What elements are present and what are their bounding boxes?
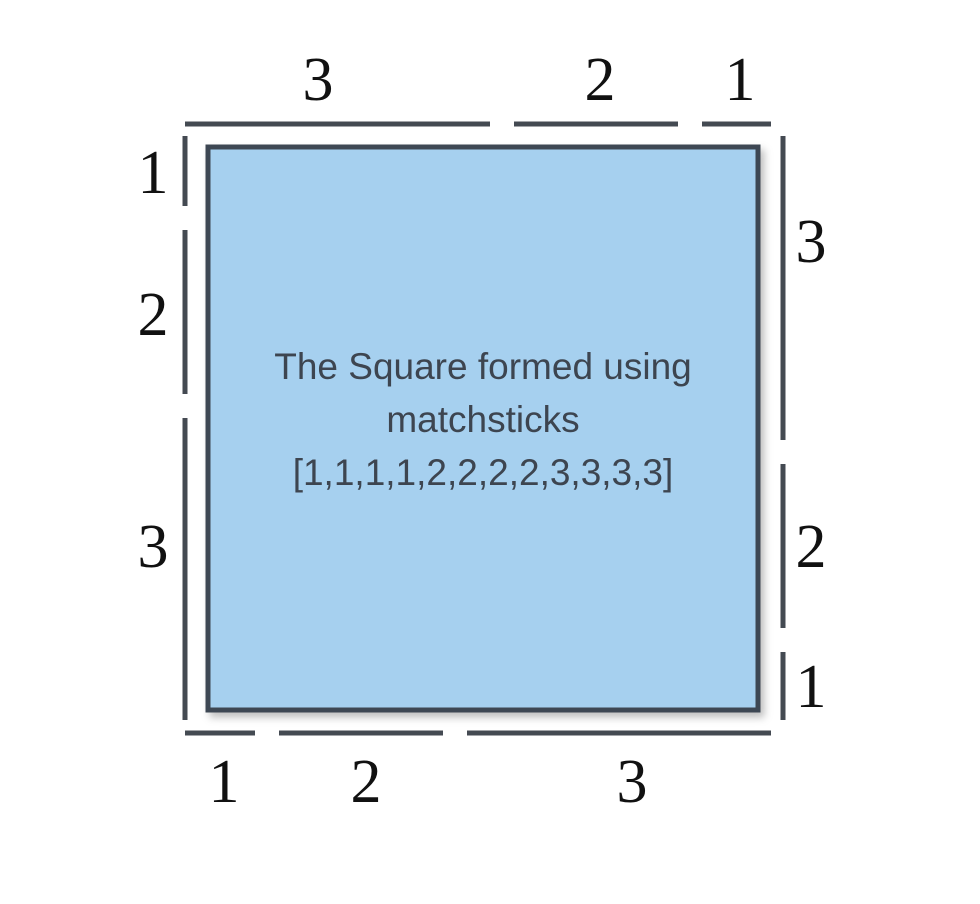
caption-line-3: [1,1,1,1,2,2,2,2,3,3,3,3] xyxy=(292,452,674,493)
bottom-label-2: 2 xyxy=(351,748,382,816)
right-label-3: 3 xyxy=(796,208,827,276)
square-caption: The Square formed using matchsticks [1,1… xyxy=(208,340,758,499)
left-label-1: 1 xyxy=(138,139,169,207)
caption-line-2: matchsticks xyxy=(386,399,580,440)
bottom-label-3: 3 xyxy=(617,748,648,816)
left-label-3: 3 xyxy=(138,513,169,581)
right-label-2: 2 xyxy=(796,513,827,581)
right-label-1: 1 xyxy=(796,653,827,721)
top-label-1: 1 xyxy=(725,46,756,114)
bottom-label-1: 1 xyxy=(209,748,240,816)
left-label-2: 2 xyxy=(138,281,169,349)
caption-line-1: The Square formed using xyxy=(274,346,692,387)
top-label-2: 2 xyxy=(585,46,616,114)
top-label-3: 3 xyxy=(303,46,334,114)
